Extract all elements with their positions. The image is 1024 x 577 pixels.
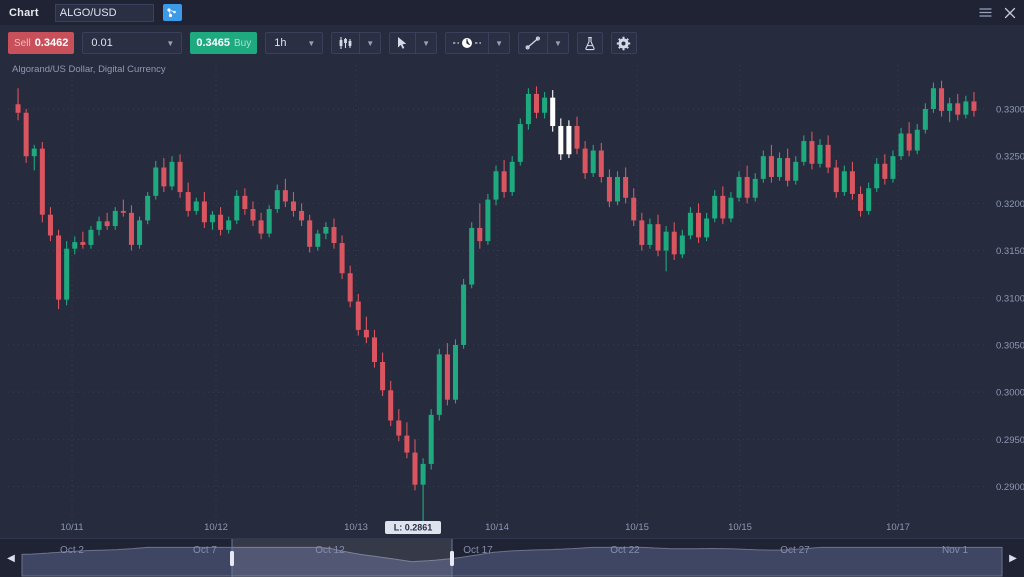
- svg-text:Nov 1: Nov 1: [942, 545, 969, 556]
- svg-text:0.3050: 0.3050: [996, 340, 1024, 351]
- sell-label: Sell: [14, 38, 31, 49]
- svg-text:Oct 27: Oct 27: [780, 545, 810, 556]
- timescale-group: ▼: [445, 32, 510, 54]
- cursor-arrow-icon[interactable]: [390, 33, 415, 53]
- chevron-down-icon[interactable]: ▼: [415, 33, 436, 53]
- svg-text:Oct 12: Oct 12: [315, 545, 345, 556]
- svg-text:Oct 17: Oct 17: [463, 545, 493, 556]
- range-navigator[interactable]: Oct 2Oct 7Oct 12Oct 17Oct 22Oct 27Nov 1 …: [0, 538, 1024, 577]
- clock-line-icon[interactable]: [446, 33, 488, 53]
- svg-text:0.3150: 0.3150: [996, 246, 1024, 257]
- price-chart[interactable]: Algorand/US Dollar, Digital Currency 0.3…: [0, 61, 1024, 538]
- cursor-wrap: ▼: [389, 32, 437, 54]
- chevron-down-icon[interactable]: ▼: [300, 39, 322, 48]
- flask-icon[interactable]: [577, 32, 603, 54]
- svg-text:0.3250: 0.3250: [996, 152, 1024, 163]
- svg-text:10/15: 10/15: [625, 522, 649, 533]
- buy-label: Buy: [234, 38, 251, 49]
- svg-text:0.3100: 0.3100: [996, 293, 1024, 304]
- svg-text:Oct 2: Oct 2: [60, 545, 84, 556]
- buy-price: 0.3465: [196, 37, 230, 49]
- svg-text:10/12: 10/12: [204, 522, 228, 533]
- symbol-input[interactable]: [55, 4, 154, 22]
- trendline-icon[interactable]: [519, 33, 547, 53]
- candlestick-canvas[interactable]: 0.3300 0.3250 0.3200 0.3150 0.3100 0.3050 0.30…: [0, 61, 1024, 538]
- buy-button[interactable]: 0.3465 Buy: [190, 32, 257, 54]
- svg-text:0.2950: 0.2950: [996, 435, 1024, 446]
- chevron-down-icon[interactable]: ▼: [159, 39, 181, 48]
- window-controls: [979, 7, 1016, 19]
- settings-wrap: [611, 32, 637, 54]
- title-bar: Chart: [0, 0, 1024, 25]
- sell-button[interactable]: Sell 0.3462: [8, 32, 74, 54]
- svg-text:0.3300: 0.3300: [996, 104, 1024, 115]
- svg-text:10/17: 10/17: [886, 522, 910, 533]
- chart-window: Chart Se: [0, 0, 1024, 577]
- svg-text:Oct 7: Oct 7: [193, 545, 217, 556]
- svg-text:Oct 22: Oct 22: [610, 545, 640, 556]
- timescale-wrap: ▼: [445, 32, 510, 54]
- svg-text:0.3000: 0.3000: [996, 388, 1024, 399]
- chart-type-group: ▼: [331, 32, 381, 54]
- svg-text:0.3200: 0.3200: [996, 199, 1024, 210]
- quantity-value: 0.01: [83, 37, 120, 49]
- hamburger-menu-icon[interactable]: [979, 7, 992, 18]
- svg-text:10/15: 10/15: [728, 522, 752, 533]
- timeframe-select[interactable]: 1h ▼: [265, 32, 323, 54]
- sell-price: 0.3462: [35, 37, 69, 49]
- chart-type-wrap: ▼: [331, 32, 381, 54]
- cursor-group: ▼: [389, 32, 437, 54]
- nav-scroll-right-button[interactable]: ▶: [1002, 539, 1024, 577]
- page-title: Chart: [9, 7, 39, 19]
- toolbar: Sell 0.3462 0.01 ▼ 0.3465 Buy 1h ▼: [0, 25, 1024, 61]
- quantity-select[interactable]: 0.01 ▼: [82, 32, 182, 54]
- chevron-down-icon[interactable]: ▼: [547, 33, 568, 53]
- timeframe-wrap: 1h ▼: [265, 32, 323, 54]
- timeframe-value: 1h: [266, 37, 294, 49]
- drawing-wrap: ▼: [518, 32, 569, 54]
- chevron-down-icon[interactable]: ▼: [359, 33, 380, 53]
- navigator-canvas[interactable]: Oct 2 Oct 7 Oct 12 Oct 17 Oct 22 Oct 27 Nov 1: [0, 539, 1024, 577]
- symbol-search-icon[interactable]: [163, 4, 182, 21]
- svg-text:10/13: 10/13: [344, 522, 368, 533]
- gear-icon[interactable]: [611, 32, 637, 54]
- svg-text:10/11: 10/11: [60, 522, 83, 533]
- candlestick-icon[interactable]: [332, 33, 359, 53]
- close-icon[interactable]: [1004, 7, 1016, 19]
- svg-text:0.2900: 0.2900: [996, 482, 1024, 493]
- drawing-group: ▼: [518, 32, 569, 54]
- sell-button-wrap: Sell 0.3462: [8, 32, 74, 54]
- svg-text:10/14: 10/14: [485, 522, 509, 533]
- buy-button-wrap: 0.3465 Buy: [190, 32, 257, 54]
- quantity-wrap: 0.01 ▼: [82, 32, 182, 54]
- indicators-wrap: [577, 32, 603, 54]
- svg-text:L: 0.2861: L: 0.2861: [394, 523, 433, 533]
- nav-scroll-left-button[interactable]: ◀: [0, 539, 22, 577]
- chevron-down-icon[interactable]: ▼: [488, 33, 509, 53]
